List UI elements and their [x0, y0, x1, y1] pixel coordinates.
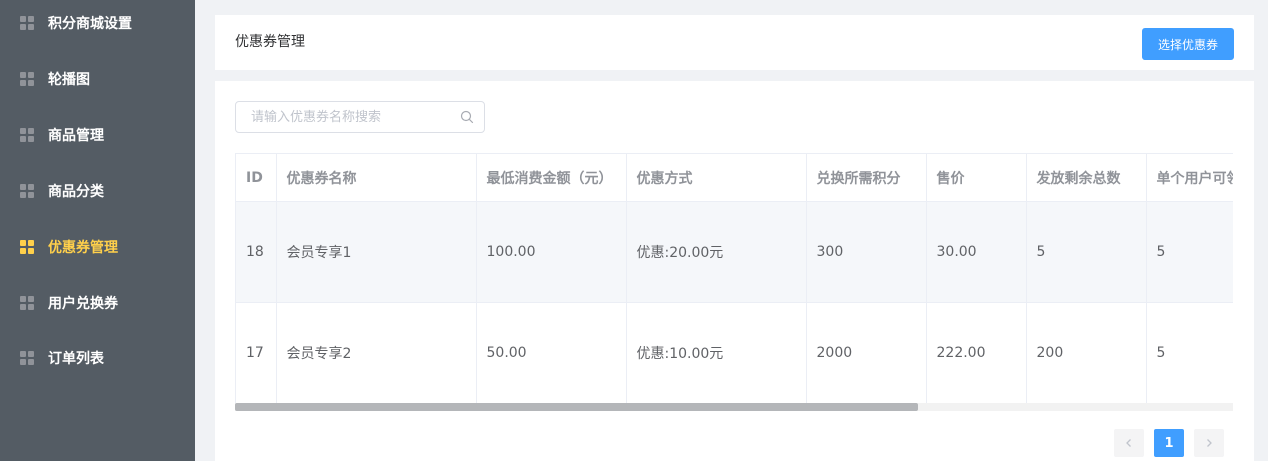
sidebar-item-label: 积分商城设置 — [48, 16, 132, 32]
cell-points: 300 — [806, 201, 927, 303]
sidebar-item-label: 用户兑换券 — [48, 296, 118, 312]
select-coupon-button[interactable]: 选择优惠券 — [1142, 28, 1234, 60]
next-page-button[interactable] — [1194, 429, 1224, 457]
sidebar-item-label: 商品管理 — [48, 128, 104, 144]
sidebar-item-points-mall-settings[interactable]: 积分商城设置 — [0, 3, 195, 43]
sidebar: 积分商城设置 轮播图 商品管理 商品分类 优惠券管理 用户兑换券 订单列表 — [0, 0, 195, 461]
coupon-table: ID 优惠券名称 最低消费金额（元） 优惠方式 兑换所需积分 售价 发放剩余总数… — [235, 153, 1233, 411]
column-header-discount: 优惠方式 — [626, 154, 807, 202]
page-title: 优惠券管理 — [235, 34, 305, 50]
cell-min-spend: 100.00 — [476, 201, 627, 303]
grid-icon — [20, 351, 34, 365]
sidebar-item-carousel[interactable]: 轮播图 — [0, 59, 195, 99]
sidebar-item-order-list[interactable]: 订单列表 — [0, 338, 195, 378]
cell-price: 222.00 — [926, 302, 1027, 404]
sidebar-item-label: 订单列表 — [48, 351, 104, 367]
cell-name: 会员专享1 — [276, 201, 477, 303]
cell-discount: 优惠:20.00元 — [626, 201, 807, 303]
cell-min-spend: 50.00 — [476, 302, 627, 404]
sidebar-item-label: 轮播图 — [48, 72, 90, 88]
column-header-min-spend: 最低消费金额（元） — [476, 154, 627, 202]
grid-icon — [20, 16, 34, 30]
column-header-points: 兑换所需积分 — [806, 154, 927, 202]
header-card: 优惠券管理 选择优惠券 — [215, 15, 1254, 70]
column-header-price: 售价 — [926, 154, 1027, 202]
page-number-button[interactable]: 1 — [1154, 429, 1184, 457]
cell-per-user: 5 — [1146, 302, 1233, 404]
column-header-remaining: 发放剩余总数 — [1026, 154, 1147, 202]
cell-id: 17 — [236, 302, 277, 404]
column-header-per-user: 单个用户可领 — [1146, 154, 1233, 202]
search-box — [235, 101, 485, 133]
cell-remaining: 200 — [1026, 302, 1147, 404]
column-header-id: ID — [236, 154, 277, 202]
horizontal-scrollbar[interactable] — [235, 403, 1233, 411]
grid-icon — [20, 128, 34, 142]
table-row[interactable]: 17 会员专享2 50.00 优惠:10.00元 2000 222.00 200… — [236, 302, 1233, 404]
grid-icon — [20, 296, 34, 310]
search-input[interactable] — [236, 102, 461, 132]
table-header-row: ID 优惠券名称 最低消费金额（元） 优惠方式 兑换所需积分 售价 发放剩余总数… — [236, 154, 1233, 202]
cell-id: 18 — [236, 201, 277, 303]
scrollbar-thumb[interactable] — [235, 403, 918, 411]
column-header-name: 优惠券名称 — [276, 154, 477, 202]
main-card: ID 优惠券名称 最低消费金额（元） 优惠方式 兑换所需积分 售价 发放剩余总数… — [215, 81, 1254, 461]
cell-name: 会员专享2 — [276, 302, 477, 404]
grid-icon — [20, 184, 34, 198]
search-icon[interactable] — [460, 110, 474, 124]
chevron-right-icon — [1207, 439, 1212, 447]
cell-discount: 优惠:10.00元 — [626, 302, 807, 404]
sidebar-item-coupon-management[interactable]: 优惠券管理 — [0, 227, 195, 267]
prev-page-button[interactable] — [1114, 429, 1144, 457]
cell-remaining: 5 — [1026, 201, 1147, 303]
cell-points: 2000 — [806, 302, 927, 404]
sidebar-item-user-exchange-coupons[interactable]: 用户兑换券 — [0, 283, 195, 323]
table-row[interactable]: 18 会员专享1 100.00 优惠:20.00元 300 30.00 5 5 — [236, 201, 1233, 303]
sidebar-item-product-management[interactable]: 商品管理 — [0, 115, 195, 155]
grid-icon — [20, 240, 34, 254]
sidebar-item-label: 商品分类 — [48, 184, 104, 200]
sidebar-item-product-category[interactable]: 商品分类 — [0, 171, 195, 211]
cell-price: 30.00 — [926, 201, 1027, 303]
chevron-left-icon — [1126, 439, 1131, 447]
cell-per-user: 5 — [1146, 201, 1233, 303]
grid-icon — [20, 72, 34, 86]
sidebar-item-label: 优惠券管理 — [48, 240, 118, 256]
